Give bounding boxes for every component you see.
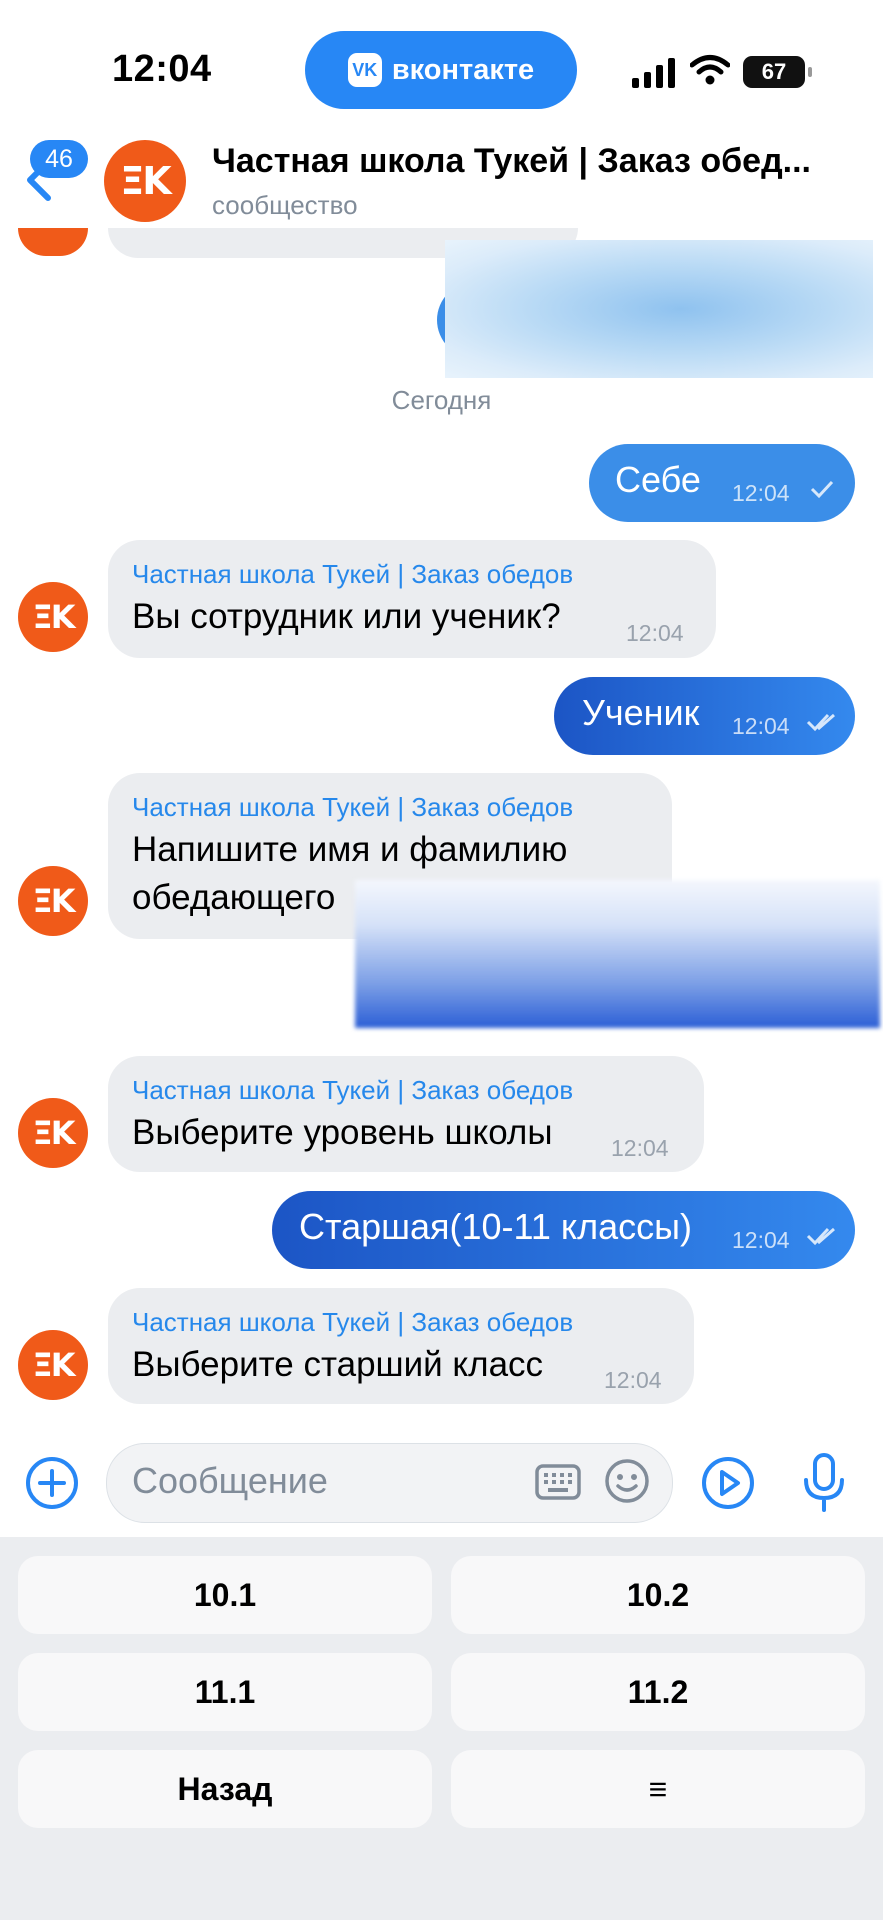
read-double-check-icon <box>806 713 835 732</box>
message-bubble-out[interactable]: Себе 12:04 <box>589 444 855 522</box>
message-bubble-out[interactable]: Ученик 12:04 <box>554 677 855 755</box>
keyboard-button-11-1[interactable]: 11.1 <box>18 1653 432 1731</box>
message-text: Вы сотрудник или ученик? <box>132 597 561 636</box>
keyboard-button-menu[interactable]: ≡ <box>451 1750 865 1828</box>
emoji-icon[interactable] <box>604 1458 650 1504</box>
attach-plus-icon[interactable] <box>24 1455 80 1511</box>
message-time: 12:04 <box>732 480 790 506</box>
message-text: Старшая(10-11 классы) <box>299 1206 692 1247</box>
message-bubble-out[interactable]: Старшая(10-11 классы) 12:04 <box>272 1191 855 1269</box>
battery-icon: 67 <box>743 56 812 88</box>
vk-logo-icon: VK <box>347 53 382 87</box>
app-pill[interactable]: VK вконтакте <box>305 31 577 109</box>
message-bubble-in[interactable]: Частная школа Тукей | Заказ обедов Выбер… <box>108 1288 694 1404</box>
video-message-icon[interactable] <box>700 1455 756 1511</box>
keyboard-button-10-2[interactable]: 10.2 <box>451 1556 865 1634</box>
message-time: 12:04 <box>626 620 684 646</box>
message-sender[interactable]: Частная школа Тукей | Заказ обедов <box>132 1307 573 1338</box>
redacted-area <box>355 880 880 1028</box>
message-time: 12:04 <box>604 1367 662 1393</box>
message-bubble-in[interactable]: Частная школа Тукей | Заказ обедов Вы со… <box>108 540 716 658</box>
message-text: Ученик <box>582 692 700 733</box>
chat-title[interactable]: Частная школа Тукей | Заказ обед... <box>212 142 811 181</box>
read-check-icon <box>810 480 834 499</box>
message-sender[interactable]: Частная школа Тукей | Заказ обедов <box>132 559 573 590</box>
message-time: 12:04 <box>732 1227 790 1253</box>
read-double-check-icon <box>806 1227 835 1246</box>
message-sender[interactable]: Частная школа Тукей | Заказ обедов <box>132 1075 573 1106</box>
keyboard-toggle-icon[interactable] <box>535 1464 581 1500</box>
redacted-area <box>445 240 873 378</box>
keyboard-button-back[interactable]: Назад <box>18 1750 432 1828</box>
sender-avatar[interactable]: ΞK <box>18 866 88 936</box>
status-time: 12:04 <box>112 48 212 90</box>
message-time: 12:04 <box>611 1135 669 1161</box>
message-bubble-in[interactable]: Частная школа Тукей | Заказ обедов Выбер… <box>108 1056 704 1172</box>
message-text: Выберите старший класс <box>132 1345 544 1384</box>
sender-avatar[interactable]: ΞK <box>18 1098 88 1168</box>
sender-avatar[interactable]: ΞK <box>18 1330 88 1400</box>
microphone-icon[interactable] <box>800 1452 848 1514</box>
unread-badge: 46 <box>30 140 88 178</box>
community-avatar[interactable]: ΞK <box>104 140 186 222</box>
message-time: 12:04 <box>732 713 790 739</box>
message-sender[interactable]: Частная школа Тукей | Заказ обедов <box>132 792 573 823</box>
date-divider: Сегодня <box>391 385 492 415</box>
app-pill-label: вконтакте <box>391 53 535 86</box>
message-text-line: обедающего <box>132 878 336 917</box>
message-input-placeholder: Сообщение <box>132 1460 328 1501</box>
message-text-line: Напишите имя и фамилию <box>132 830 568 869</box>
chat-subtitle: сообщество <box>212 190 358 220</box>
keyboard-button-11-2[interactable]: 11.2 <box>451 1653 865 1731</box>
keyboard-button-10-1[interactable]: 10.1 <box>18 1556 432 1634</box>
message-text: Выберите уровень школы <box>132 1113 553 1152</box>
avatar-partial <box>18 228 88 256</box>
sender-avatar[interactable]: ΞK <box>18 582 88 652</box>
wifi-icon <box>690 55 730 85</box>
signal-icon <box>632 58 675 88</box>
message-text: Себе <box>615 459 701 500</box>
